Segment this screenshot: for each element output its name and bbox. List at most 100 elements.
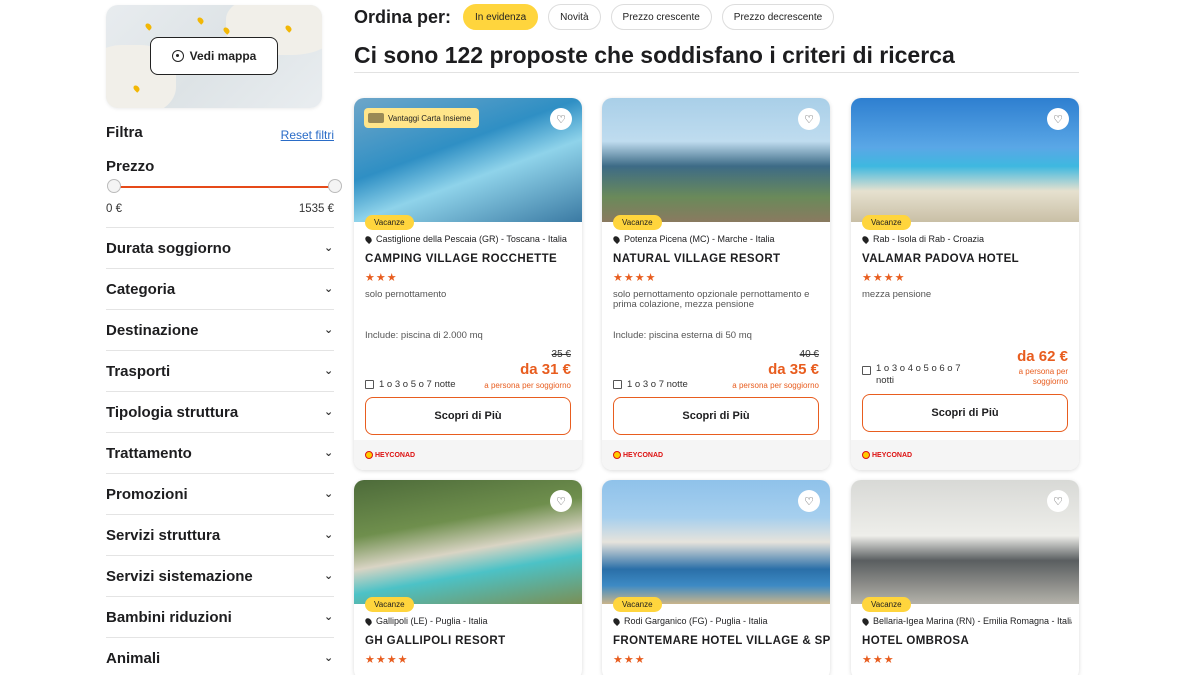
- facet-pets[interactable]: Animali ⌄: [106, 637, 334, 675]
- price-min-value: 0 €: [106, 203, 122, 215]
- heart-icon[interactable]: ♡: [798, 108, 820, 130]
- facet-promotions[interactable]: Promozioni ⌄: [106, 473, 334, 514]
- heyconad-logo: HEYCONAD: [862, 449, 914, 461]
- star-rating: ★★★★: [862, 272, 906, 284]
- chevron-down-icon: ⌄: [324, 365, 334, 377]
- price-note: a persona per soggiorno: [1018, 367, 1068, 386]
- discover-more-button[interactable]: Scopri di Più: [365, 397, 571, 435]
- nights-text: 1 o 3 o 4 o 5 o 6 o 7 notti: [876, 363, 961, 386]
- offer-card[interactable]: Vantaggi Carta Insieme ♡ Vacanze Castigl…: [354, 98, 582, 470]
- facet-room-services[interactable]: Servizi sistemazione ⌄: [106, 555, 334, 596]
- chevron-down-icon: ⌄: [324, 283, 334, 295]
- location-pin-icon: [613, 616, 622, 626]
- facet-label: Promozioni: [106, 485, 188, 503]
- offer-photo: [602, 480, 830, 604]
- facet-duration[interactable]: Durata soggiorno ⌄: [106, 227, 334, 268]
- heart-icon[interactable]: ♡: [1047, 108, 1069, 130]
- reset-filters-link[interactable]: Reset filtri: [281, 128, 334, 142]
- offer-name[interactable]: NATURAL VILLAGE RESORT: [613, 253, 780, 265]
- sort-label: Ordina per:: [354, 6, 452, 27]
- sort-bar: Ordina per: In evidenza Novità Prezzo cr…: [354, 4, 835, 30]
- facet-label: Animali: [106, 649, 161, 667]
- sort-option-newest[interactable]: Novità: [548, 4, 601, 30]
- heart-icon[interactable]: ♡: [550, 108, 572, 130]
- card-icon: [368, 113, 384, 123]
- location-pin-icon: [862, 616, 871, 626]
- heyconad-logo: HEYCONAD: [365, 449, 417, 461]
- sort-option-price-asc[interactable]: Prezzo crescente: [610, 4, 712, 30]
- facet-transport[interactable]: Trasporti ⌄: [106, 350, 334, 391]
- category-tag: Vacanze: [613, 597, 662, 612]
- sort-option-featured[interactable]: In evidenza: [463, 4, 539, 30]
- offer-include: Include: piscina di 2.000 mq: [365, 330, 483, 341]
- facet-structure-type[interactable]: Tipologia struttura ⌄: [106, 391, 334, 432]
- offer-nights: 1 o 3 o 7 notte: [613, 379, 688, 390]
- offer-name[interactable]: FRONTEMARE HOTEL VILLAGE & SPA: [613, 635, 830, 647]
- offer-location: Castiglione della Pescaia (GR) - Toscana…: [365, 234, 575, 244]
- offer-name[interactable]: VALAMAR PADOVA HOTEL: [862, 253, 1019, 265]
- chevron-down-icon: ⌄: [324, 242, 334, 254]
- location-text: Rodi Garganico (FG) - Puglia - Italia: [624, 616, 768, 626]
- chevron-down-icon: ⌄: [324, 652, 334, 664]
- offer-location: Potenza Picena (MC) - Marche - Italia: [613, 234, 823, 244]
- star-rating: ★★★: [365, 272, 398, 284]
- card-footer: HEYCONAD: [851, 440, 1079, 470]
- view-map-button[interactable]: Vedi mappa: [150, 37, 278, 75]
- logo-mark: [862, 451, 870, 459]
- chevron-down-icon: ⌄: [324, 447, 334, 459]
- offer-treatment: solo pernottamento: [365, 289, 447, 300]
- location-text: Castiglione della Pescaia (GR) - Toscana…: [376, 234, 567, 244]
- facet-label: Bambini riduzioni: [106, 608, 232, 626]
- price-slider-min-handle[interactable]: [107, 179, 121, 193]
- facet-label: Servizi sistemazione: [106, 567, 253, 585]
- heyconad-logo: HEYCONAD: [613, 449, 665, 461]
- price-slider-track[interactable]: [114, 186, 334, 188]
- facet-category[interactable]: Categoria ⌄: [106, 268, 334, 309]
- nights-text: 1 o 3 o 7 notte: [627, 379, 688, 390]
- offer-location: Gallipoli (LE) - Puglia - Italia: [365, 616, 575, 626]
- chevron-down-icon: ⌄: [324, 488, 334, 500]
- chevron-down-icon: ⌄: [324, 570, 334, 582]
- location-pin-icon: [613, 234, 622, 244]
- heart-icon[interactable]: ♡: [550, 490, 572, 512]
- chevron-down-icon: ⌄: [324, 529, 334, 541]
- view-map-label: Vedi mappa: [189, 49, 257, 63]
- offer-location: Rab - Isola di Rab - Croazia: [862, 234, 1072, 244]
- offer-location: Bellaria-Igea Marina (RN) - Emilia Romag…: [862, 616, 1072, 626]
- star-rating: ★★★: [613, 654, 646, 666]
- sort-option-price-desc[interactable]: Prezzo decrescente: [721, 4, 835, 30]
- logo-mark: [365, 451, 373, 459]
- offer-name[interactable]: HOTEL OMBROSA: [862, 635, 969, 647]
- offer-price: da 62 €: [1017, 348, 1068, 365]
- category-tag: Vacanze: [365, 597, 414, 612]
- facet-destination[interactable]: Destinazione ⌄: [106, 309, 334, 350]
- nights-text: 1 o 3 o 5 o 7 notte: [379, 379, 456, 390]
- heart-icon[interactable]: ♡: [798, 490, 820, 512]
- offer-name[interactable]: GH GALLIPOLI RESORT: [365, 635, 506, 647]
- star-rating: ★★★★: [613, 272, 657, 284]
- discover-more-button[interactable]: Scopri di Più: [862, 394, 1068, 432]
- location-text: Bellaria-Igea Marina (RN) - Emilia Romag…: [873, 616, 1072, 626]
- location-text: Rab - Isola di Rab - Croazia: [873, 234, 985, 244]
- discover-more-button[interactable]: Scopri di Più: [613, 397, 819, 435]
- heart-icon[interactable]: ♡: [1047, 490, 1069, 512]
- offer-card[interactable]: ♡ Vacanze Potenza Picena (MC) - Marche -…: [602, 98, 830, 470]
- card-footer: HEYCONAD: [602, 440, 830, 470]
- offer-card[interactable]: ♡ Vacanze Bellaria-Igea Marina (RN) - Em…: [851, 480, 1079, 675]
- facet-structure-services[interactable]: Servizi struttura ⌄: [106, 514, 334, 555]
- offer-card[interactable]: ♡ Vacanze Gallipoli (LE) - Puglia - Ital…: [354, 480, 582, 675]
- location-text: Potenza Picena (MC) - Marche - Italia: [624, 234, 775, 244]
- offer-name[interactable]: CAMPING VILLAGE ROCCHETTE: [365, 253, 557, 265]
- offer-card[interactable]: ♡ Vacanze Rodi Garganico (FG) - Puglia -…: [602, 480, 830, 675]
- price-slider-max-handle[interactable]: [328, 179, 342, 193]
- facet-children-discounts[interactable]: Bambini riduzioni ⌄: [106, 596, 334, 637]
- offer-location: Rodi Garganico (FG) - Puglia - Italia: [613, 616, 823, 626]
- star-rating: ★★★★: [365, 654, 409, 666]
- map-preview[interactable]: Vedi mappa: [106, 5, 322, 108]
- facet-label: Trasporti: [106, 362, 171, 380]
- offer-card[interactable]: ♡ Vacanze Rab - Isola di Rab - Croazia V…: [851, 98, 1079, 470]
- map-marker: [196, 16, 205, 25]
- facet-label: Servizi struttura: [106, 526, 221, 544]
- facet-treatment[interactable]: Trattamento ⌄: [106, 432, 334, 473]
- category-tag: Vacanze: [613, 215, 662, 230]
